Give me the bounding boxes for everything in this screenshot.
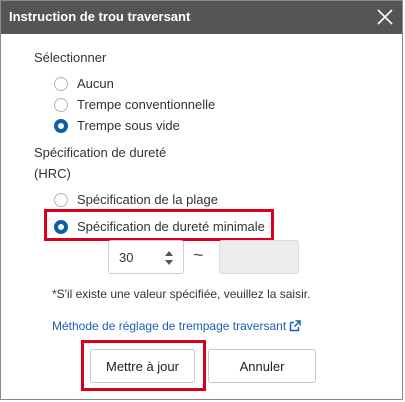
update-button[interactable]: Mettre à jour (90, 349, 195, 383)
select-label: Sélectionner (34, 50, 107, 65)
external-link-icon (289, 320, 301, 332)
radio-label: Aucun (77, 76, 114, 91)
range-separator: ~ (193, 245, 204, 265)
hardness-label: Spécification de dureté (34, 145, 167, 160)
close-icon (377, 9, 393, 25)
radio-label: Spécification de dureté minimale (77, 219, 265, 234)
radio-aucun[interactable]: Aucun (54, 76, 114, 91)
method-link[interactable]: Méthode de réglage de trempage traversan… (52, 319, 301, 333)
radio-circle-selected (54, 219, 68, 234)
radio-circle-selected (54, 118, 68, 133)
min-hardness-stepper[interactable]: 30 (108, 240, 184, 274)
dialog: Instruction de trou traversant Sélection… (0, 0, 403, 400)
stepper-arrows-icon[interactable] (164, 250, 174, 266)
note-text: *S'il existe une valeur spécifiée, veuil… (52, 287, 311, 301)
min-hardness-value: 30 (119, 250, 134, 265)
radio-label: Trempe sous vide (77, 118, 180, 133)
close-button[interactable] (374, 6, 396, 28)
radio-label: Spécification de la plage (77, 192, 218, 207)
dialog-title: Instruction de trou traversant (9, 9, 191, 24)
radio-circle (54, 192, 68, 207)
hardness-unit: (HRC) (34, 166, 71, 181)
radio-label: Trempe conventionnelle (77, 97, 216, 112)
radio-trempe-conventionnelle[interactable]: Trempe conventionnelle (54, 97, 215, 112)
radio-circle (54, 97, 68, 112)
radio-trempe-sous-vide[interactable]: Trempe sous vide (54, 118, 180, 133)
radio-range-spec[interactable]: Spécification de la plage (54, 192, 218, 207)
radio-min-hardness-spec[interactable]: Spécification de dureté minimale (54, 219, 265, 234)
max-hardness-field (219, 240, 299, 274)
method-link-label: Méthode de réglage de trempage traversan… (52, 319, 287, 333)
radio-circle (54, 76, 68, 91)
cancel-button[interactable]: Annuler (208, 349, 316, 383)
title-bar: Instruction de trou traversant (1, 1, 402, 34)
